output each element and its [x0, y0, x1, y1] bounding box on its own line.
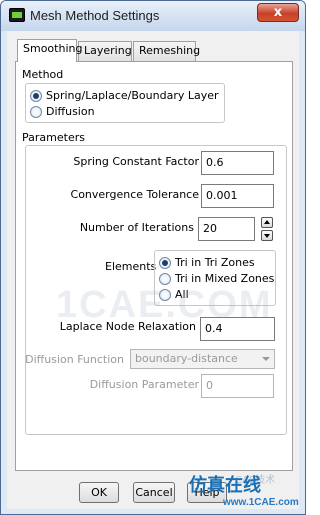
close-button[interactable]: x [257, 3, 299, 22]
dialog-window: Mesh Method Settings x Smoothing Layerin… [0, 0, 306, 515]
method-option-diffusion[interactable]: Diffusion [30, 105, 95, 118]
app-icon [9, 8, 25, 22]
tab-remeshing[interactable]: Remeshing [133, 41, 200, 61]
diffusion-parameter-input[interactable]: 0 [201, 374, 274, 398]
radio-selected-icon [30, 89, 42, 102]
method-option-label: Diffusion [46, 105, 95, 118]
method-group: Spring/Laplace/Boundary Layer Diffusion [25, 83, 225, 123]
brand-watermark: 仿真在线 [189, 475, 261, 496]
ok-button[interactable]: OK [79, 482, 119, 503]
method-option-label: Spring/Laplace/Boundary Layer [46, 89, 219, 102]
parameters-group-label: Parameters [22, 131, 85, 144]
method-option-spring[interactable]: Spring/Laplace/Boundary Layer [30, 89, 219, 102]
diffusion-parameter-label: Diffusion Parameter [89, 378, 199, 391]
dialog-client: Smoothing Layering Remeshing Method Spri… [7, 31, 299, 509]
iterations-label: Number of Iterations [79, 221, 194, 234]
radio-unselected-icon [30, 105, 42, 118]
smoothing-panel: Method Spring/Laplace/Boundary Layer Dif… [15, 61, 293, 486]
window-title: Mesh Method Settings [30, 8, 160, 23]
url-watermark: www.1CAE.com [223, 497, 299, 508]
watermark-text: 1CAE.COM [56, 284, 273, 326]
title-bar[interactable]: Mesh Method Settings x [1, 1, 305, 31]
radio-unselected-icon [159, 272, 171, 285]
elements-option-tri-zones[interactable]: Tri in Tri Zones [159, 256, 255, 269]
diffusion-function-select[interactable]: boundary-distance [130, 349, 275, 369]
diffusion-function-value: boundary-distance [135, 352, 238, 365]
elements-option-label: Tri in Tri Zones [175, 256, 255, 269]
elements-label: Elements [105, 260, 157, 273]
tab-smoothing[interactable]: Smoothing [17, 39, 82, 62]
iterations-input[interactable]: 20 [198, 217, 255, 241]
iterations-increment-icon[interactable] [261, 217, 273, 228]
spring-constant-input[interactable]: 0.6 [201, 151, 274, 175]
iterations-decrement-icon[interactable] [261, 230, 273, 241]
convergence-tolerance-label: Convergence Tolerance [70, 188, 199, 201]
cancel-button[interactable]: Cancel [133, 482, 175, 503]
spring-constant-label: Spring Constant Factor [73, 155, 199, 168]
diffusion-function-label: Diffusion Function [25, 353, 124, 366]
radio-selected-icon [159, 256, 171, 269]
method-group-label: Method [22, 68, 64, 81]
tab-layering[interactable]: Layering [78, 41, 132, 61]
chevron-down-icon [262, 357, 270, 361]
convergence-tolerance-input[interactable]: 0.001 [201, 184, 274, 208]
